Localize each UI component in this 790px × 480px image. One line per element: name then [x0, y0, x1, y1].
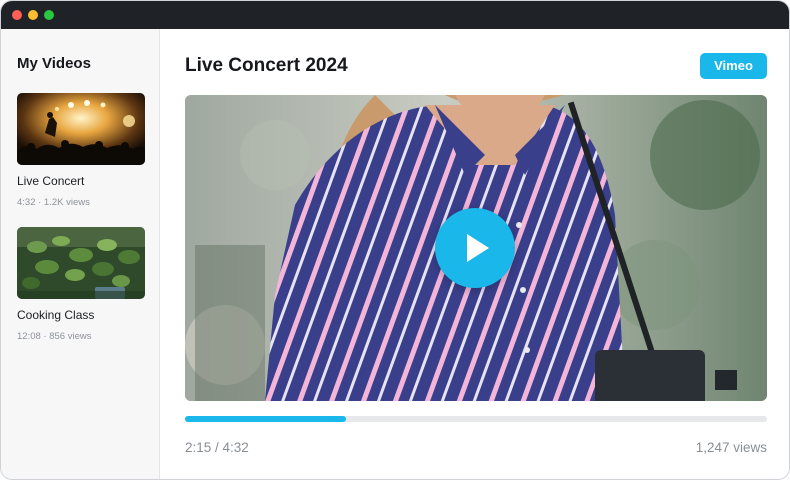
play-icon [467, 234, 489, 262]
video-meta: 4:32 · 1.2K views [17, 197, 90, 208]
progress-fill [185, 416, 346, 422]
views-count: 1,247 views [695, 440, 767, 455]
main-content: Live Concert 2024 Vimeo 2:15 / 4:32 1,24… [161, 29, 789, 479]
video-title: Cooking Class [17, 308, 95, 322]
app-window: My Videos Live Concert 4:32 · 1.2K views… [0, 0, 790, 480]
video-title: Live Concert [17, 174, 85, 188]
sidebar-video-cooking-class[interactable]: Cooking Class 12:08 · 856 views [17, 227, 145, 342]
concert-stage-image [17, 93, 145, 165]
video-meta: 12:08 · 856 views [17, 331, 92, 342]
video-thumbnail-concert[interactable] [17, 93, 145, 165]
page-title: Live Concert 2024 [185, 55, 348, 76]
sidebar: My Videos Live Concert 4:32 · 1.2K views… [1, 29, 160, 479]
video-thumbnail-cooking[interactable] [17, 227, 145, 299]
sidebar-title: My Videos [17, 55, 91, 72]
time-display: 2:15 / 4:32 [185, 440, 249, 455]
progress-bar[interactable] [185, 416, 767, 422]
herbs-plant-image [17, 227, 145, 299]
vimeo-badge[interactable]: Vimeo [700, 53, 767, 79]
play-button[interactable] [435, 208, 515, 288]
maximize-window-button[interactable] [44, 10, 54, 20]
minimize-window-button[interactable] [28, 10, 38, 20]
title-bar [1, 1, 789, 29]
close-window-button[interactable] [12, 10, 22, 20]
video-player[interactable] [185, 95, 767, 401]
sidebar-video-live-concert[interactable]: Live Concert 4:32 · 1.2K views [17, 93, 145, 208]
